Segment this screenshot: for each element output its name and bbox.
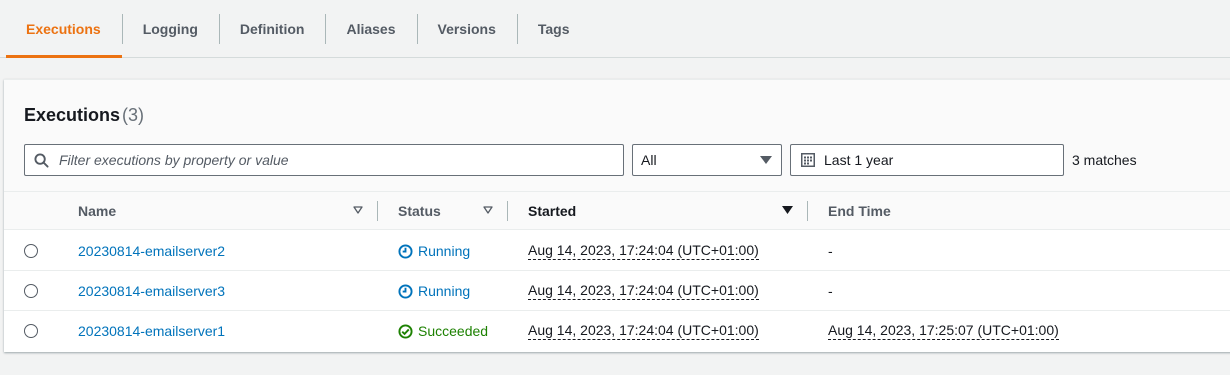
column-header-name[interactable]: Name — [78, 192, 116, 230]
execution-name-link[interactable]: 20230814-emailserver1 — [78, 323, 225, 339]
column-divider[interactable] — [507, 201, 508, 221]
filter-box[interactable] — [24, 144, 624, 176]
calendar-icon — [801, 153, 815, 167]
end-time-value[interactable]: Aug 14, 2023, 17:25:07 (UTC+01:00) — [828, 322, 1059, 340]
search-icon — [34, 152, 49, 168]
status-label: Running — [418, 243, 471, 259]
status-succeeded: Succeeded — [398, 323, 488, 339]
status-filter-value: All — [641, 152, 657, 168]
panel-header: Executions (3) All Last 1 y — [4, 80, 1230, 192]
end-time-value: - — [828, 283, 833, 299]
row-radio[interactable] — [24, 284, 38, 298]
column-label-status: Status — [398, 203, 441, 219]
tab-versions[interactable]: Versions — [416, 0, 517, 57]
status-running: Running — [398, 243, 470, 259]
clock-icon — [398, 283, 413, 299]
column-divider[interactable] — [377, 201, 378, 221]
column-label-name: Name — [78, 203, 117, 219]
status-label: Succeeded — [418, 323, 489, 339]
row-radio[interactable] — [24, 244, 38, 258]
tab-aliases[interactable]: Aliases — [325, 0, 416, 57]
end-time-value: - — [828, 243, 833, 259]
tab-bar: Executions Logging Definition Aliases Ve… — [0, 0, 1230, 58]
column-label-started: Started — [528, 203, 577, 219]
date-range-value: Last 1 year — [824, 152, 894, 168]
tab-definition[interactable]: Definition — [218, 0, 326, 57]
execution-name-link[interactable]: 20230814-emailserver2 — [78, 243, 225, 259]
sort-caret-active-icon[interactable] — [782, 206, 793, 214]
row-radio[interactable] — [24, 324, 38, 338]
tab-executions[interactable]: Executions — [0, 0, 122, 58]
table-row[interactable]: 20230814-emailserver2 Running Aug 14, 20… — [4, 231, 1230, 271]
check-circle-icon — [398, 323, 413, 339]
status-running: Running — [398, 283, 470, 299]
filter-input[interactable] — [57, 151, 597, 169]
started-timestamp[interactable]: Aug 14, 2023, 17:24:04 (UTC+01:00) — [528, 282, 759, 300]
sort-caret-icon[interactable] — [483, 206, 493, 214]
tab-logging[interactable]: Logging — [121, 0, 219, 57]
date-range-picker[interactable]: Last 1 year — [790, 144, 1064, 176]
column-header-started[interactable]: Started — [528, 192, 576, 230]
started-timestamp[interactable]: Aug 14, 2023, 17:24:04 (UTC+01:00) — [528, 322, 759, 340]
clock-icon — [398, 243, 413, 259]
status-filter-select[interactable]: All — [632, 144, 782, 176]
panel-title: Executions — [24, 105, 121, 125]
matches-count: 3 matches — [1072, 152, 1137, 168]
table-row[interactable]: 20230814-emailserver3 Running Aug 14, 20… — [4, 271, 1230, 311]
column-divider[interactable] — [807, 201, 808, 221]
column-header-status[interactable]: Status — [398, 192, 441, 230]
tab-tags[interactable]: Tags — [516, 0, 591, 57]
sort-caret-icon[interactable] — [353, 206, 363, 214]
table-header: Name Status Started End Time — [4, 192, 1230, 230]
table-row[interactable]: 20230814-emailserver1 Succeeded Aug 14, … — [4, 311, 1230, 351]
column-header-end-time[interactable]: End Time — [828, 192, 891, 230]
column-label-end-time: End Time — [828, 203, 891, 219]
caret-down-icon — [760, 156, 772, 164]
execution-count: (3) — [122, 105, 144, 125]
started-timestamp[interactable]: Aug 14, 2023, 17:24:04 (UTC+01:00) — [528, 242, 759, 260]
execution-name-link[interactable]: 20230814-emailserver3 — [78, 283, 225, 299]
executions-panel: Executions (3) All Last 1 y — [4, 79, 1230, 352]
status-label: Running — [418, 283, 471, 299]
